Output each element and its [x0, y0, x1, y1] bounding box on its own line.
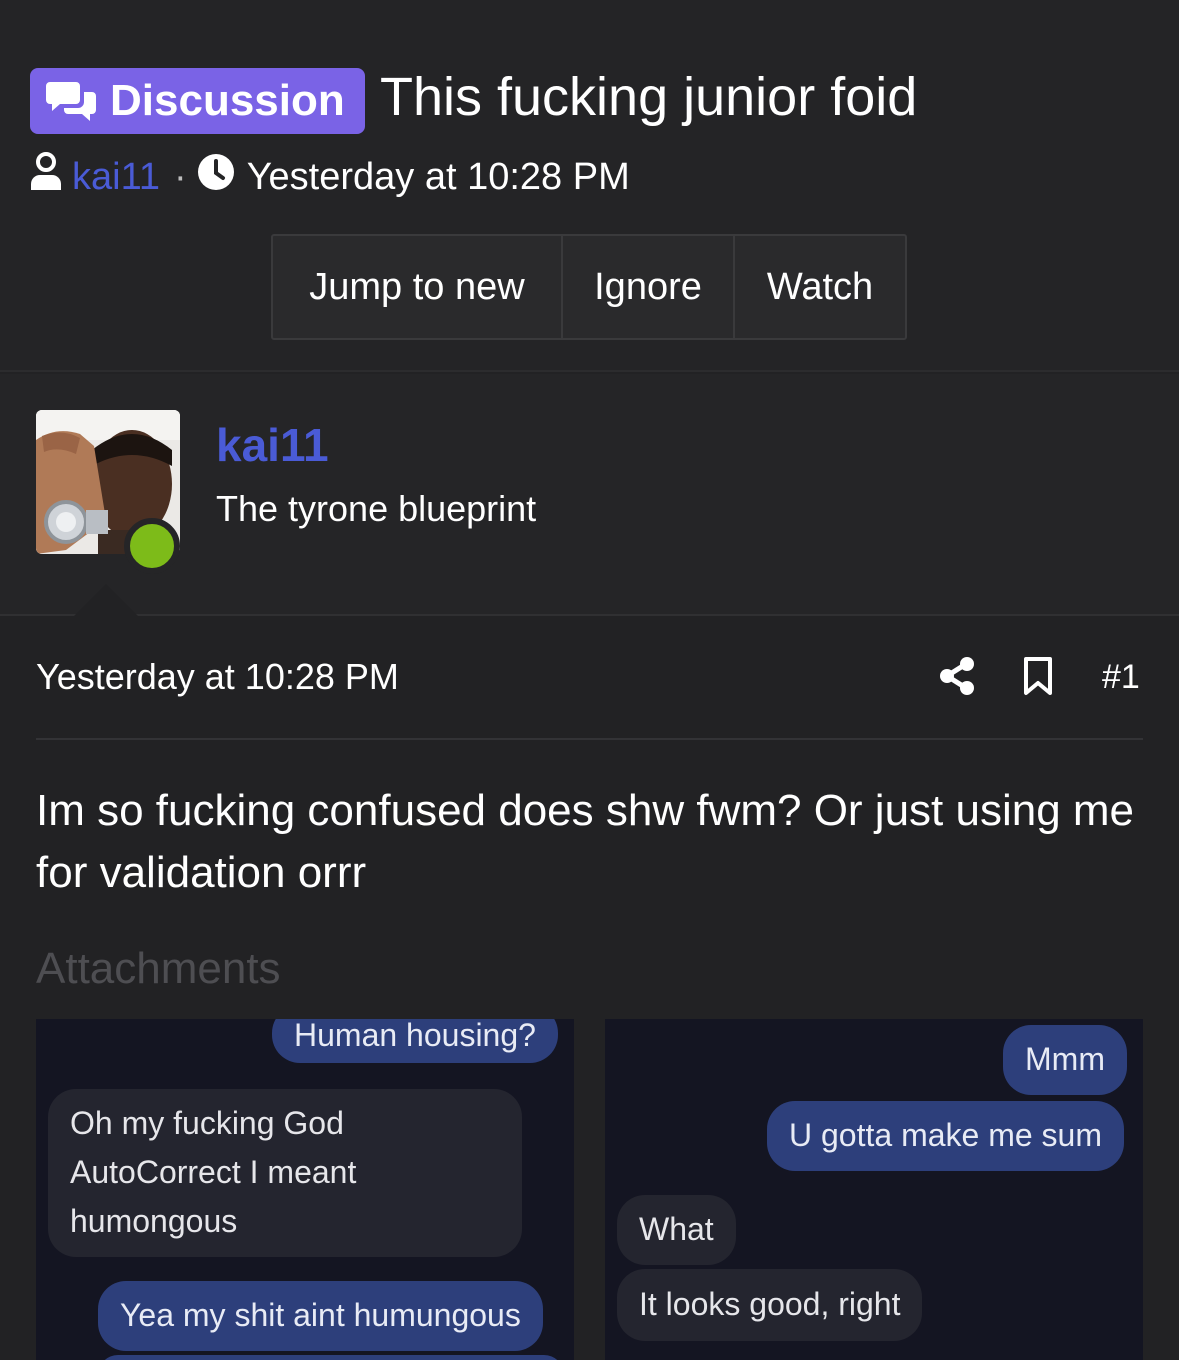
attachment-thumbnail[interactable]: Mmm U gotta make me sum What It looks go… — [605, 1019, 1143, 1360]
thread-actions: Jump to new Ignore Watch — [271, 234, 907, 340]
chat-bubble: It looks good, right — [617, 1269, 923, 1341]
chat-bubble: Human housing? — [272, 1019, 558, 1063]
chat-line: Oh my fucking God — [70, 1105, 344, 1141]
chat-bubble: Mmm — [1003, 1025, 1127, 1095]
chat-bubbles-icon — [46, 80, 98, 122]
chat-bubble: U gotta make me sum — [767, 1101, 1124, 1171]
badge-label: Discussion — [110, 76, 345, 125]
chat-bubble — [98, 1355, 564, 1360]
ignore-button[interactable]: Ignore — [561, 236, 733, 338]
chat-bubble: Oh my fucking God AutoCorrect I meant hu… — [48, 1089, 522, 1257]
attachments-heading: Attachments — [36, 944, 281, 993]
clock-icon — [197, 153, 235, 201]
watch-button[interactable]: Watch — [733, 236, 905, 338]
thread-meta: kai11 · Yesterday at 10:28 PM — [28, 152, 630, 202]
poster-info: kai11 The tyrone blueprint — [0, 374, 1179, 616]
divider — [36, 738, 1143, 740]
meta-separator: · — [174, 155, 187, 198]
discussion-badge[interactable]: Discussion — [30, 68, 365, 134]
share-icon[interactable] — [938, 656, 976, 701]
author-link[interactable]: kai11 — [72, 156, 160, 199]
thread-timestamp[interactable]: Yesterday at 10:28 PM — [247, 156, 630, 199]
post-body: Im so fucking confused does shw fwm? Or … — [36, 786, 1135, 897]
user-icon — [28, 152, 64, 202]
page-title: This fucking junior foid — [380, 67, 918, 127]
online-status-indicator — [124, 518, 180, 574]
chat-bubble: Yea my shit aint humungous — [98, 1281, 543, 1351]
chat-bubble: What — [617, 1195, 736, 1265]
poster-user-title: The tyrone blueprint — [216, 488, 537, 529]
message-arrow — [72, 584, 140, 618]
thread-header: Discussion This fucking junior foid kai1… — [0, 0, 1179, 372]
chat-line: humongous — [70, 1203, 238, 1239]
chat-line: AutoCorrect I meant — [70, 1154, 357, 1190]
post-date[interactable]: Yesterday at 10:28 PM — [36, 656, 399, 698]
jump-to-new-button[interactable]: Jump to new — [273, 236, 561, 338]
poster-name[interactable]: kai11 — [216, 418, 329, 472]
post-number-link[interactable]: #1 — [1102, 658, 1140, 697]
bookmark-icon[interactable] — [1022, 656, 1054, 701]
attachment-thumbnail[interactable]: Human housing? Oh my fucking God AutoCor… — [36, 1019, 574, 1360]
